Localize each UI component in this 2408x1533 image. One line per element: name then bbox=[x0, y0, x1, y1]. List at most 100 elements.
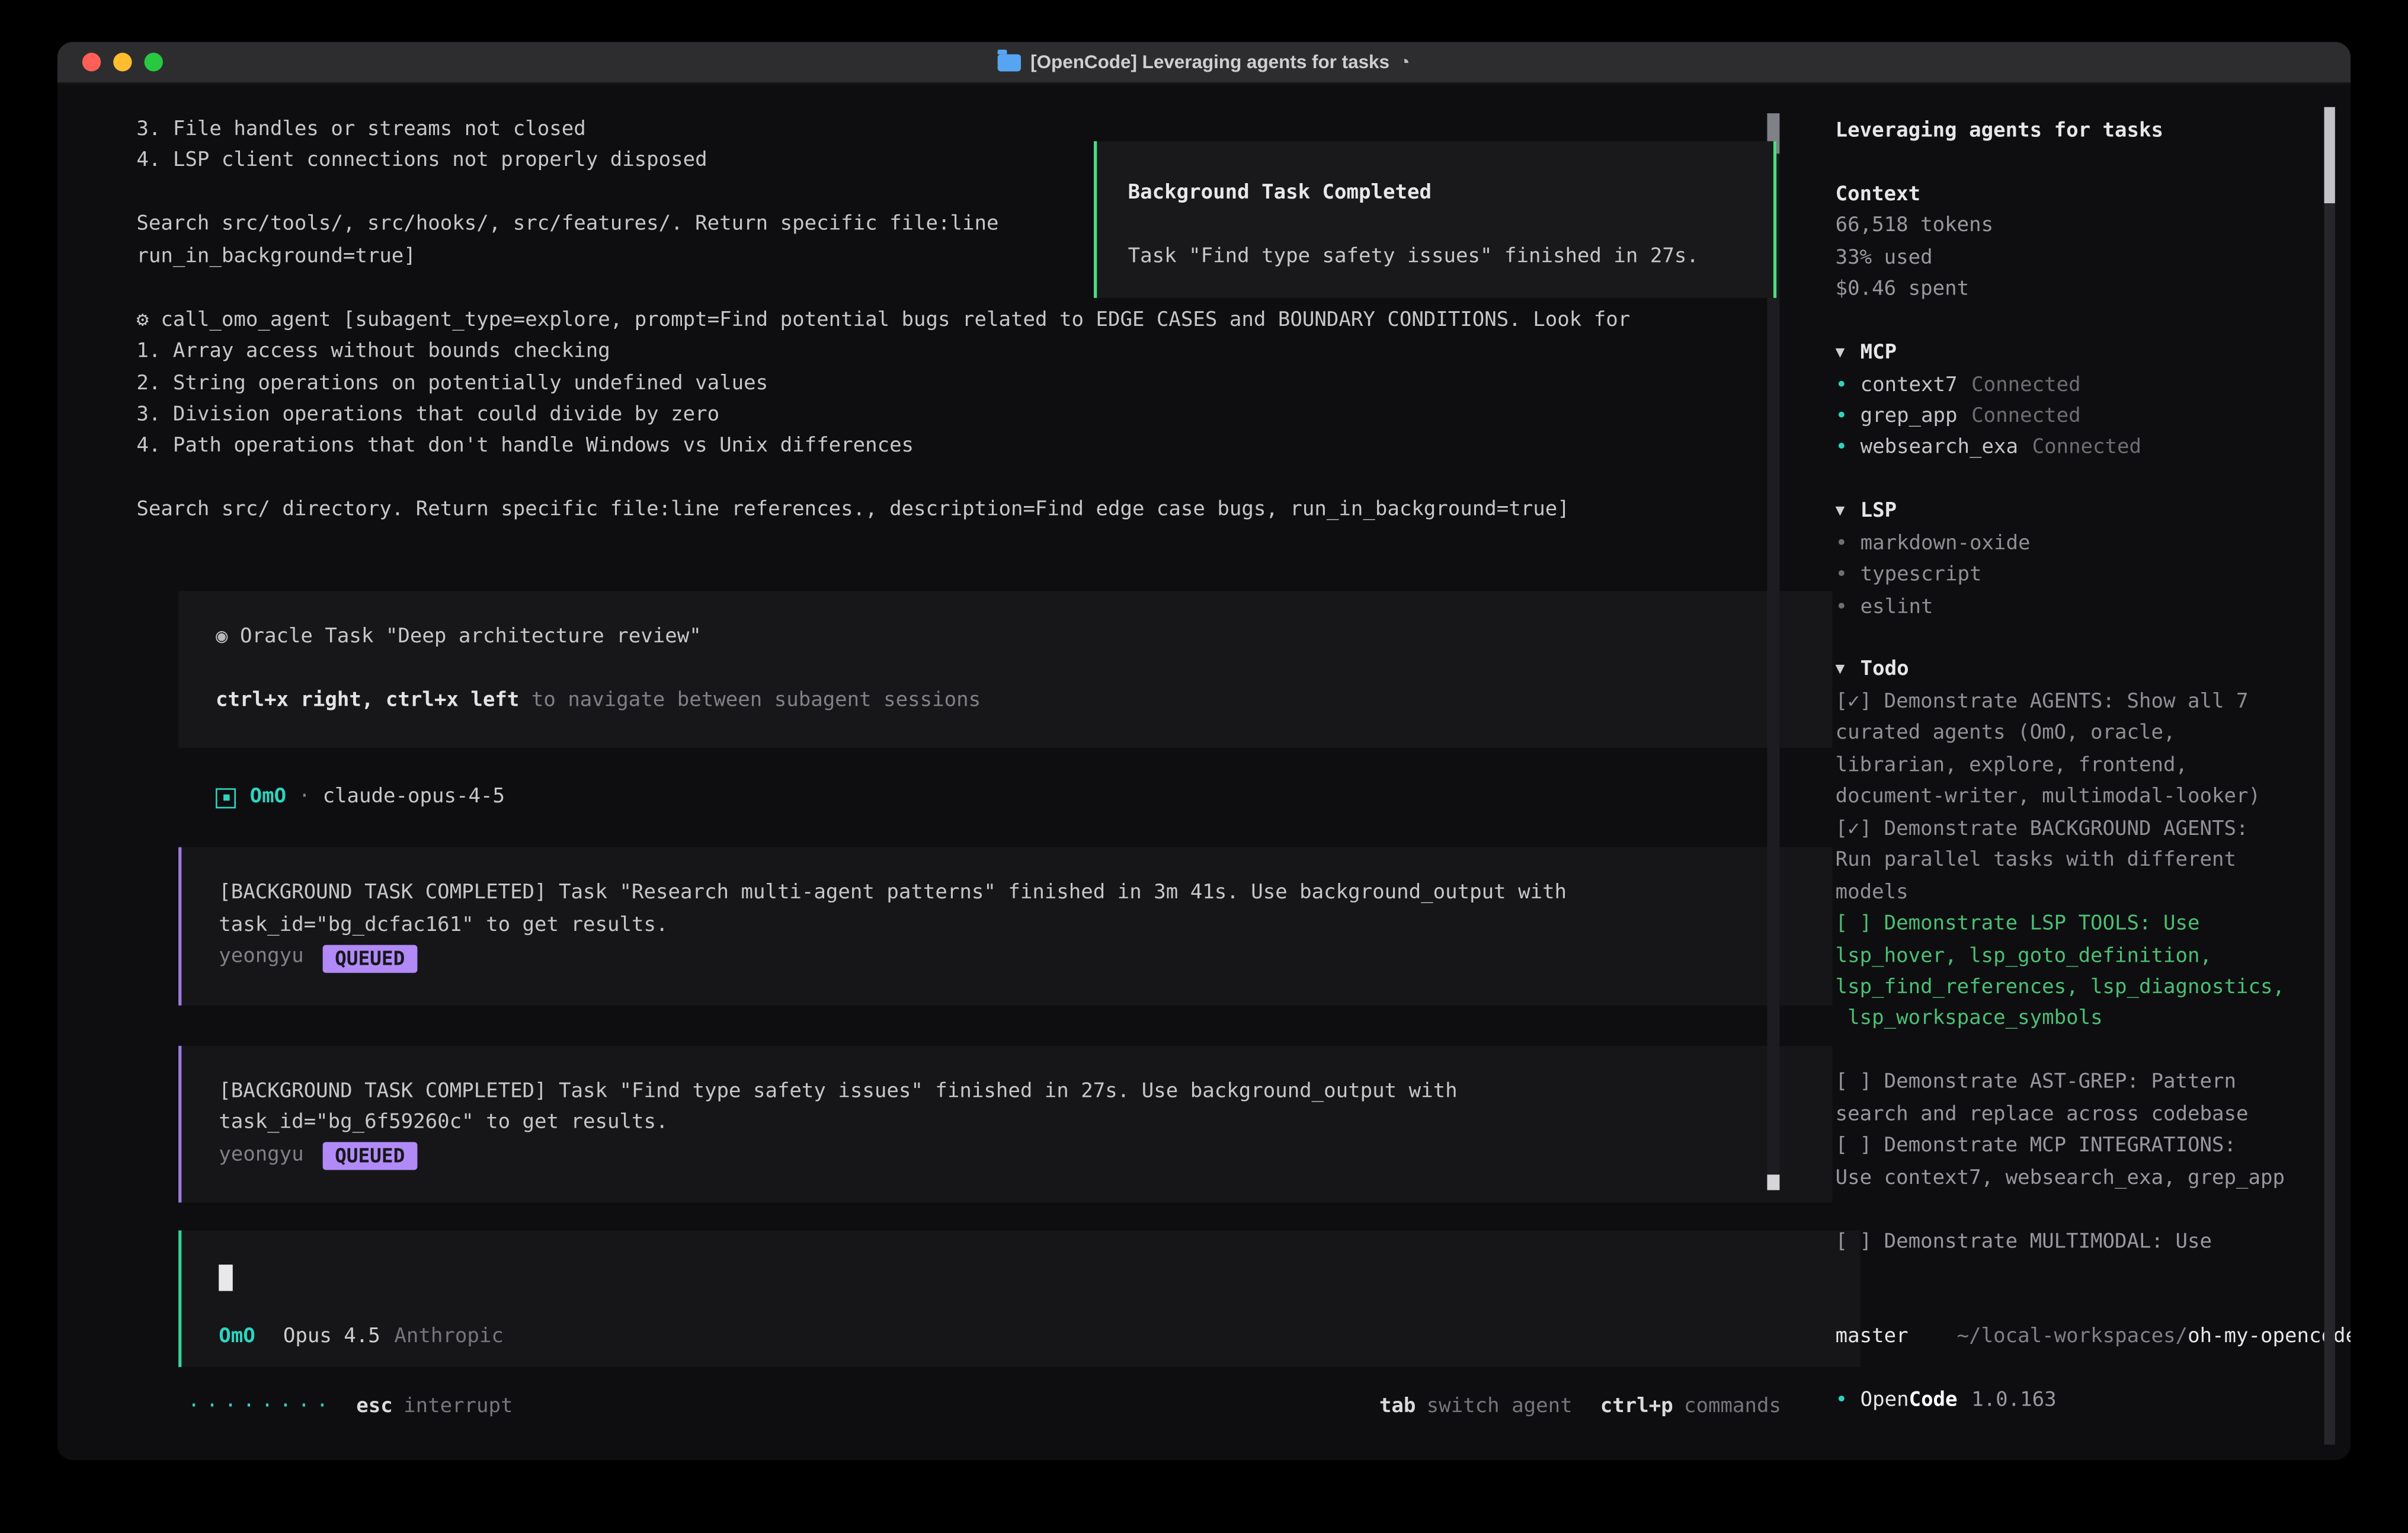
lsp-item: •markdown-oxide bbox=[1836, 529, 2351, 561]
terminal-line: 1. Array access without bounds checking bbox=[136, 337, 1810, 369]
session-progress-icon: ◔ bbox=[1399, 51, 1410, 73]
terminal-line: 4. Path operations that don't handle Win… bbox=[136, 432, 1810, 464]
message-author: yeongyu bbox=[219, 1140, 303, 1172]
bullet-icon: • bbox=[1836, 1385, 1861, 1417]
agent-checkbox-icon bbox=[216, 788, 236, 808]
session-title: Leveraging agents for tasks bbox=[1836, 116, 2351, 148]
todo-item: [✓] Demonstrate BACKGROUND AGENTS: Run p… bbox=[1836, 814, 2326, 910]
todo-heading: Todo bbox=[1861, 655, 1909, 687]
todo-item: [ ] Demonstrate MULTIMODAL: Use bbox=[1836, 1227, 2326, 1259]
provider-label: Anthropic bbox=[394, 1325, 503, 1348]
oracle-task-panel[interactable]: ◉ Oracle Task "Deep architecture review"… bbox=[178, 591, 1832, 748]
screen: [OpenCode] Leveraging agents for tasks ◔… bbox=[0, 0, 2408, 1533]
terminal-window: [OpenCode] Leveraging agents for tasks ◔… bbox=[57, 42, 2351, 1460]
chat-pane: 3. File handles or streams not closed 4.… bbox=[57, 84, 1811, 1460]
statusbar-right: tab switch agent ctrl+p commands bbox=[1379, 1392, 1781, 1423]
app-version: 1.0.163 bbox=[1971, 1385, 2056, 1417]
toast-title: Background Task Completed bbox=[1128, 178, 1773, 210]
traffic-lights bbox=[82, 42, 163, 82]
lsp-name: typescript bbox=[1861, 561, 1982, 593]
status-badge: QUEUED bbox=[322, 1142, 417, 1170]
todo-item: [ ] Demonstrate AST-GREP: Pattern search… bbox=[1836, 1068, 2326, 1131]
bullet-icon: • bbox=[1836, 561, 1861, 593]
status-badge: QUEUED bbox=[322, 944, 417, 972]
terminal-line: 2. String operations on potentially unde… bbox=[136, 369, 1810, 401]
message-card: [BACKGROUND TASK COMPLETED] Task "Find t… bbox=[178, 1045, 1832, 1202]
mcp-name: websearch_exa bbox=[1861, 434, 2018, 466]
esc-key-label: interrupt bbox=[404, 1392, 513, 1423]
text-cursor bbox=[219, 1265, 233, 1291]
mcp-section-header[interactable]: ▼MCP bbox=[1836, 338, 2351, 370]
tab-key-label: switch agent bbox=[1427, 1392, 1573, 1423]
context-tokens: 66,518 tokens bbox=[1836, 212, 2351, 244]
lsp-section-header[interactable]: ▼LSP bbox=[1836, 497, 2351, 529]
background-task-toast: Background Task Completed Task "Find typ… bbox=[1094, 141, 1776, 297]
esc-key-hint: esc bbox=[356, 1392, 392, 1423]
workspace-path: ~/local-workspaces/oh-my-opencode: bbox=[1836, 1290, 2351, 1322]
sidebar: Leveraging agents for tasks Context 66,5… bbox=[1811, 84, 2351, 1460]
agent-header: OmO · claude-opus-4-5 bbox=[216, 782, 1811, 814]
terminal-line: Search src/ directory. Return specific f… bbox=[136, 495, 1810, 527]
active-agent-label: OmO bbox=[219, 1325, 255, 1348]
mcp-name: grep_app bbox=[1861, 402, 1958, 434]
window-title: [OpenCode] Leveraging agents for tasks bbox=[1030, 51, 1389, 73]
mcp-item: •grep_appConnected bbox=[1836, 402, 2351, 434]
prompt-input[interactable]: OmO Opus 4.5 Anthropic bbox=[178, 1231, 1860, 1367]
scrollbar-marker[interactable] bbox=[1767, 1174, 1779, 1190]
message-meta: yeongyu QUEUED bbox=[219, 1140, 1795, 1172]
toast-body: Task "Find type safety issues" finished … bbox=[1128, 242, 1773, 274]
separator: · bbox=[286, 782, 322, 814]
bullet-icon: • bbox=[1836, 434, 1861, 466]
lsp-item: •typescript bbox=[1836, 561, 2351, 593]
terminal-line: 3. Division operations that could divide… bbox=[136, 400, 1810, 432]
message-text: [BACKGROUND TASK COMPLETED] Task "Find t… bbox=[219, 1077, 1795, 1109]
collapse-icon: ▼ bbox=[1836, 655, 1861, 687]
oracle-task-title: Oracle Task "Deep architecture review" bbox=[228, 625, 701, 648]
terminal-line bbox=[136, 463, 1810, 495]
keybind-hint-keys: ctrl+x right, ctrl+x left bbox=[216, 688, 519, 711]
mcp-item: •websearch_exaConnected bbox=[1836, 434, 2351, 466]
mcp-item: •context7Connected bbox=[1836, 370, 2351, 402]
statusbar-left: ········ esc interrupt bbox=[188, 1392, 513, 1423]
lsp-item: •eslint bbox=[1836, 592, 2351, 624]
context-spent: $0.46 spent bbox=[1836, 275, 2351, 307]
app-name-bold: Code bbox=[1909, 1385, 1958, 1417]
model-label: Opus 4.5 bbox=[283, 1325, 380, 1348]
tool-call-text: call_omo_agent [subagent_type=explore, p… bbox=[149, 308, 1630, 331]
keybind-hint-line: ctrl+x right, ctrl+x left to navigate be… bbox=[216, 685, 1795, 717]
spinner-dots: ········ bbox=[188, 1392, 335, 1423]
message-card: [BACKGROUND TASK COMPLETED] Task "Resear… bbox=[178, 848, 1832, 1005]
blank-line bbox=[216, 654, 1795, 686]
keybind-hint-text: to navigate between subagent sessions bbox=[519, 688, 981, 711]
sidebar-scrollbar bbox=[2324, 107, 2335, 1445]
workspace-path-prefix: ~/local-workspaces/ bbox=[1957, 1325, 2188, 1348]
message-meta: yeongyu QUEUED bbox=[219, 942, 1795, 974]
tab-hint: tab switch agent bbox=[1379, 1392, 1573, 1423]
lsp-name: eslint bbox=[1861, 592, 1933, 624]
scrollbar-thumb[interactable] bbox=[2324, 107, 2335, 203]
window-title-group: [OpenCode] Leveraging agents for tasks ◔ bbox=[998, 51, 1410, 73]
app-name: Open bbox=[1861, 1385, 1909, 1417]
context-heading: Context bbox=[1836, 180, 2351, 212]
folder-icon bbox=[998, 53, 1021, 71]
tab-key-hint: tab bbox=[1379, 1392, 1416, 1423]
message-text: task_id="bg_dcfac161" to get results. bbox=[219, 911, 1795, 943]
mcp-name: context7 bbox=[1861, 370, 1958, 402]
statusbar: ········ esc interrupt tab switch agent … bbox=[188, 1392, 1781, 1423]
ctrlp-key-label: commands bbox=[1684, 1392, 1781, 1423]
todo-item: [ ] Demonstrate LSP TOOLS: Use lsp_hover… bbox=[1836, 910, 2326, 1036]
minimize-button[interactable] bbox=[113, 53, 132, 71]
zoom-button[interactable] bbox=[145, 53, 163, 71]
input-meta: OmO Opus 4.5 Anthropic bbox=[219, 1325, 1823, 1348]
mcp-status: Connected bbox=[1971, 370, 2080, 402]
bullet-icon: • bbox=[1836, 402, 1861, 434]
version-row: •OpenCode 1.0.163 bbox=[1836, 1385, 2351, 1417]
close-button[interactable] bbox=[82, 53, 101, 71]
titlebar: [OpenCode] Leveraging agents for tasks ◔ bbox=[57, 42, 2351, 84]
todo-section-header[interactable]: ▼Todo bbox=[1836, 655, 2351, 687]
mcp-heading: MCP bbox=[1861, 338, 1897, 370]
lsp-name: markdown-oxide bbox=[1861, 529, 2031, 561]
collapse-icon: ▼ bbox=[1836, 338, 1861, 370]
lsp-heading: LSP bbox=[1861, 497, 1897, 529]
agent-name: OmO bbox=[250, 782, 286, 814]
